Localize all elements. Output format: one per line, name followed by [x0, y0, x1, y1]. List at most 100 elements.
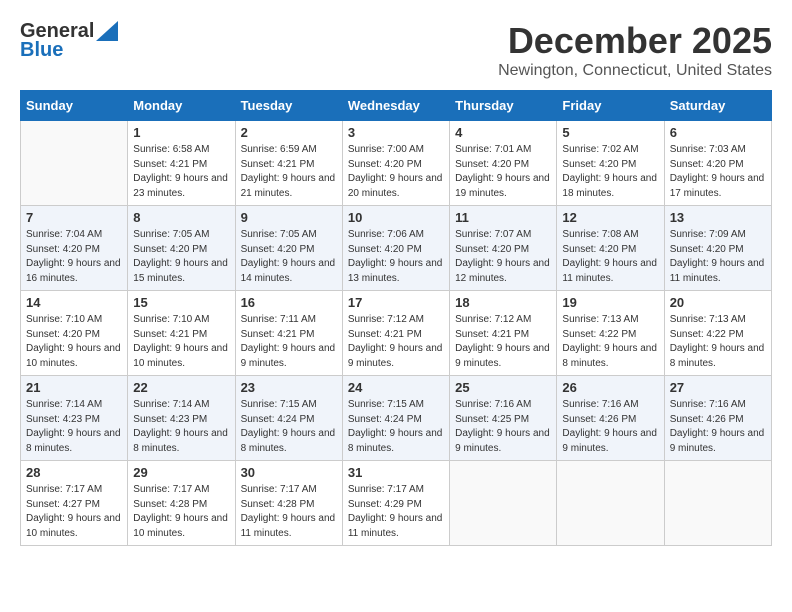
- column-header-monday: Monday: [128, 91, 235, 121]
- calendar-cell: 8 Sunrise: 7:05 AMSunset: 4:20 PMDaylight…: [128, 206, 235, 291]
- calendar-cell: [664, 461, 771, 546]
- day-number: 9: [241, 210, 337, 225]
- day-number: 24: [348, 380, 444, 395]
- day-number: 20: [670, 295, 766, 310]
- day-info: Sunrise: 7:17 AMSunset: 4:29 PMDaylight:…: [348, 483, 444, 541]
- day-info: Sunrise: 7:11 AMSunset: 4:21 PMDaylight:…: [241, 313, 337, 371]
- calendar-cell: 25 Sunrise: 7:16 AMSunset: 4:25 PMDayligh…: [450, 376, 557, 461]
- calendar-cell: 28 Sunrise: 7:17 AMSunset: 4:27 PMDayligh…: [21, 461, 128, 546]
- day-number: 16: [241, 295, 337, 310]
- day-info: Sunrise: 7:09 AMSunset: 4:20 PMDaylight:…: [670, 228, 766, 286]
- day-number: 27: [670, 380, 766, 395]
- calendar-cell: 19 Sunrise: 7:13 AMSunset: 4:22 PMDayligh…: [557, 291, 664, 376]
- day-number: 28: [26, 465, 122, 480]
- day-number: 7: [26, 210, 122, 225]
- logo-blue: Blue: [20, 39, 63, 62]
- day-number: 21: [26, 380, 122, 395]
- day-info: Sunrise: 7:12 AMSunset: 4:21 PMDaylight:…: [455, 313, 551, 371]
- day-info: Sunrise: 7:12 AMSunset: 4:21 PMDaylight:…: [348, 313, 444, 371]
- calendar-cell: 18 Sunrise: 7:12 AMSunset: 4:21 PMDayligh…: [450, 291, 557, 376]
- day-info: Sunrise: 7:06 AMSunset: 4:20 PMDaylight:…: [348, 228, 444, 286]
- calendar-cell: 7 Sunrise: 7:04 AMSunset: 4:20 PMDaylight…: [21, 206, 128, 291]
- day-number: 2: [241, 125, 337, 140]
- day-number: 5: [562, 125, 658, 140]
- calendar-cell: 1 Sunrise: 6:58 AMSunset: 4:21 PMDaylight…: [128, 121, 235, 206]
- day-info: Sunrise: 6:58 AMSunset: 4:21 PMDaylight:…: [133, 143, 229, 201]
- day-info: Sunrise: 7:03 AMSunset: 4:20 PMDaylight:…: [670, 143, 766, 201]
- day-info: Sunrise: 7:17 AMSunset: 4:28 PMDaylight:…: [133, 483, 229, 541]
- day-number: 31: [348, 465, 444, 480]
- day-info: Sunrise: 7:17 AMSunset: 4:27 PMDaylight:…: [26, 483, 122, 541]
- day-info: Sunrise: 7:04 AMSunset: 4:20 PMDaylight:…: [26, 228, 122, 286]
- day-number: 3: [348, 125, 444, 140]
- day-number: 1: [133, 125, 229, 140]
- calendar-cell: 17Sunrise: 7:12 AMSunset: 4:21 PMDayligh…: [342, 291, 449, 376]
- day-info: Sunrise: 7:05 AMSunset: 4:20 PMDaylight:…: [241, 228, 337, 286]
- day-info: Sunrise: 7:02 AMSunset: 4:20 PMDaylight:…: [562, 143, 658, 201]
- day-info: Sunrise: 7:17 AMSunset: 4:28 PMDaylight:…: [241, 483, 337, 541]
- location: Newington, Connecticut, United States: [498, 62, 772, 80]
- day-info: Sunrise: 7:16 AMSunset: 4:25 PMDaylight:…: [455, 398, 551, 456]
- calendar-cell: 14 Sunrise: 7:10 AMSunset: 4:20 PMDayligh…: [21, 291, 128, 376]
- calendar-cell: 29 Sunrise: 7:17 AMSunset: 4:28 PMDayligh…: [128, 461, 235, 546]
- calendar-table: SundayMondayTuesdayWednesdayThursdayFrid…: [20, 90, 772, 546]
- calendar-cell: 15 Sunrise: 7:10 AMSunset: 4:21 PMDayligh…: [128, 291, 235, 376]
- day-number: 18: [455, 295, 551, 310]
- day-number: 6: [670, 125, 766, 140]
- calendar-cell: 30 Sunrise: 7:17 AMSunset: 4:28 PMDayligh…: [235, 461, 342, 546]
- calendar-cell: 21Sunrise: 7:14 AMSunset: 4:23 PMDayligh…: [21, 376, 128, 461]
- day-number: 19: [562, 295, 658, 310]
- day-number: 14: [26, 295, 122, 310]
- day-number: 8: [133, 210, 229, 225]
- day-number: 4: [455, 125, 551, 140]
- day-info: Sunrise: 7:13 AMSunset: 4:22 PMDaylight:…: [562, 313, 658, 371]
- logo-icon: [96, 21, 118, 41]
- day-info: Sunrise: 7:10 AMSunset: 4:20 PMDaylight:…: [26, 313, 122, 371]
- calendar-cell: 13 Sunrise: 7:09 AMSunset: 4:20 PMDayligh…: [664, 206, 771, 291]
- day-info: Sunrise: 7:05 AMSunset: 4:20 PMDaylight:…: [133, 228, 229, 286]
- day-info: Sunrise: 7:16 AMSunset: 4:26 PMDaylight:…: [670, 398, 766, 456]
- day-number: 13: [670, 210, 766, 225]
- calendar-cell: 20Sunrise: 7:13 AMSunset: 4:22 PMDayligh…: [664, 291, 771, 376]
- day-info: Sunrise: 7:15 AMSunset: 4:24 PMDaylight:…: [348, 398, 444, 456]
- column-header-thursday: Thursday: [450, 91, 557, 121]
- day-info: Sunrise: 7:15 AMSunset: 4:24 PMDaylight:…: [241, 398, 337, 456]
- column-header-saturday: Saturday: [664, 91, 771, 121]
- day-number: 25: [455, 380, 551, 395]
- day-number: 12: [562, 210, 658, 225]
- calendar-cell: [557, 461, 664, 546]
- calendar-cell: 31 Sunrise: 7:17 AMSunset: 4:29 PMDayligh…: [342, 461, 449, 546]
- day-number: 26: [562, 380, 658, 395]
- calendar-cell: 23Sunrise: 7:15 AMSunset: 4:24 PMDayligh…: [235, 376, 342, 461]
- day-number: 22: [133, 380, 229, 395]
- day-info: Sunrise: 7:16 AMSunset: 4:26 PMDaylight:…: [562, 398, 658, 456]
- logo: General Blue: [20, 20, 118, 62]
- day-number: 29: [133, 465, 229, 480]
- calendar-cell: 27 Sunrise: 7:16 AMSunset: 4:26 PMDayligh…: [664, 376, 771, 461]
- calendar-cell: 5 Sunrise: 7:02 AMSunset: 4:20 PMDaylight…: [557, 121, 664, 206]
- column-header-tuesday: Tuesday: [235, 91, 342, 121]
- column-header-sunday: Sunday: [21, 91, 128, 121]
- calendar-cell: 22 Sunrise: 7:14 AMSunset: 4:23 PMDayligh…: [128, 376, 235, 461]
- calendar-cell: 26 Sunrise: 7:16 AMSunset: 4:26 PMDayligh…: [557, 376, 664, 461]
- day-info: Sunrise: 7:07 AMSunset: 4:20 PMDaylight:…: [455, 228, 551, 286]
- calendar-cell: 6 Sunrise: 7:03 AMSunset: 4:20 PMDaylight…: [664, 121, 771, 206]
- calendar-cell: 11Sunrise: 7:07 AMSunset: 4:20 PMDayligh…: [450, 206, 557, 291]
- calendar-cell: 10Sunrise: 7:06 AMSunset: 4:20 PMDayligh…: [342, 206, 449, 291]
- calendar-cell: 24 Sunrise: 7:15 AMSunset: 4:24 PMDayligh…: [342, 376, 449, 461]
- day-info: Sunrise: 7:10 AMSunset: 4:21 PMDaylight:…: [133, 313, 229, 371]
- calendar-cell: 12Sunrise: 7:08 AMSunset: 4:20 PMDayligh…: [557, 206, 664, 291]
- calendar-cell: 4 Sunrise: 7:01 AMSunset: 4:20 PMDaylight…: [450, 121, 557, 206]
- calendar-cell: 16 Sunrise: 7:11 AMSunset: 4:21 PMDayligh…: [235, 291, 342, 376]
- calendar-cell: [21, 121, 128, 206]
- day-info: Sunrise: 7:00 AMSunset: 4:20 PMDaylight:…: [348, 143, 444, 201]
- month-title: December 2025: [498, 20, 772, 62]
- day-info: Sunrise: 7:01 AMSunset: 4:20 PMDaylight:…: [455, 143, 551, 201]
- day-number: 30: [241, 465, 337, 480]
- page-header: General Blue December 2025 Newington, Co…: [20, 20, 772, 80]
- title-block: December 2025 Newington, Connecticut, Un…: [498, 20, 772, 80]
- day-number: 15: [133, 295, 229, 310]
- column-header-wednesday: Wednesday: [342, 91, 449, 121]
- day-info: Sunrise: 7:14 AMSunset: 4:23 PMDaylight:…: [133, 398, 229, 456]
- calendar-cell: [450, 461, 557, 546]
